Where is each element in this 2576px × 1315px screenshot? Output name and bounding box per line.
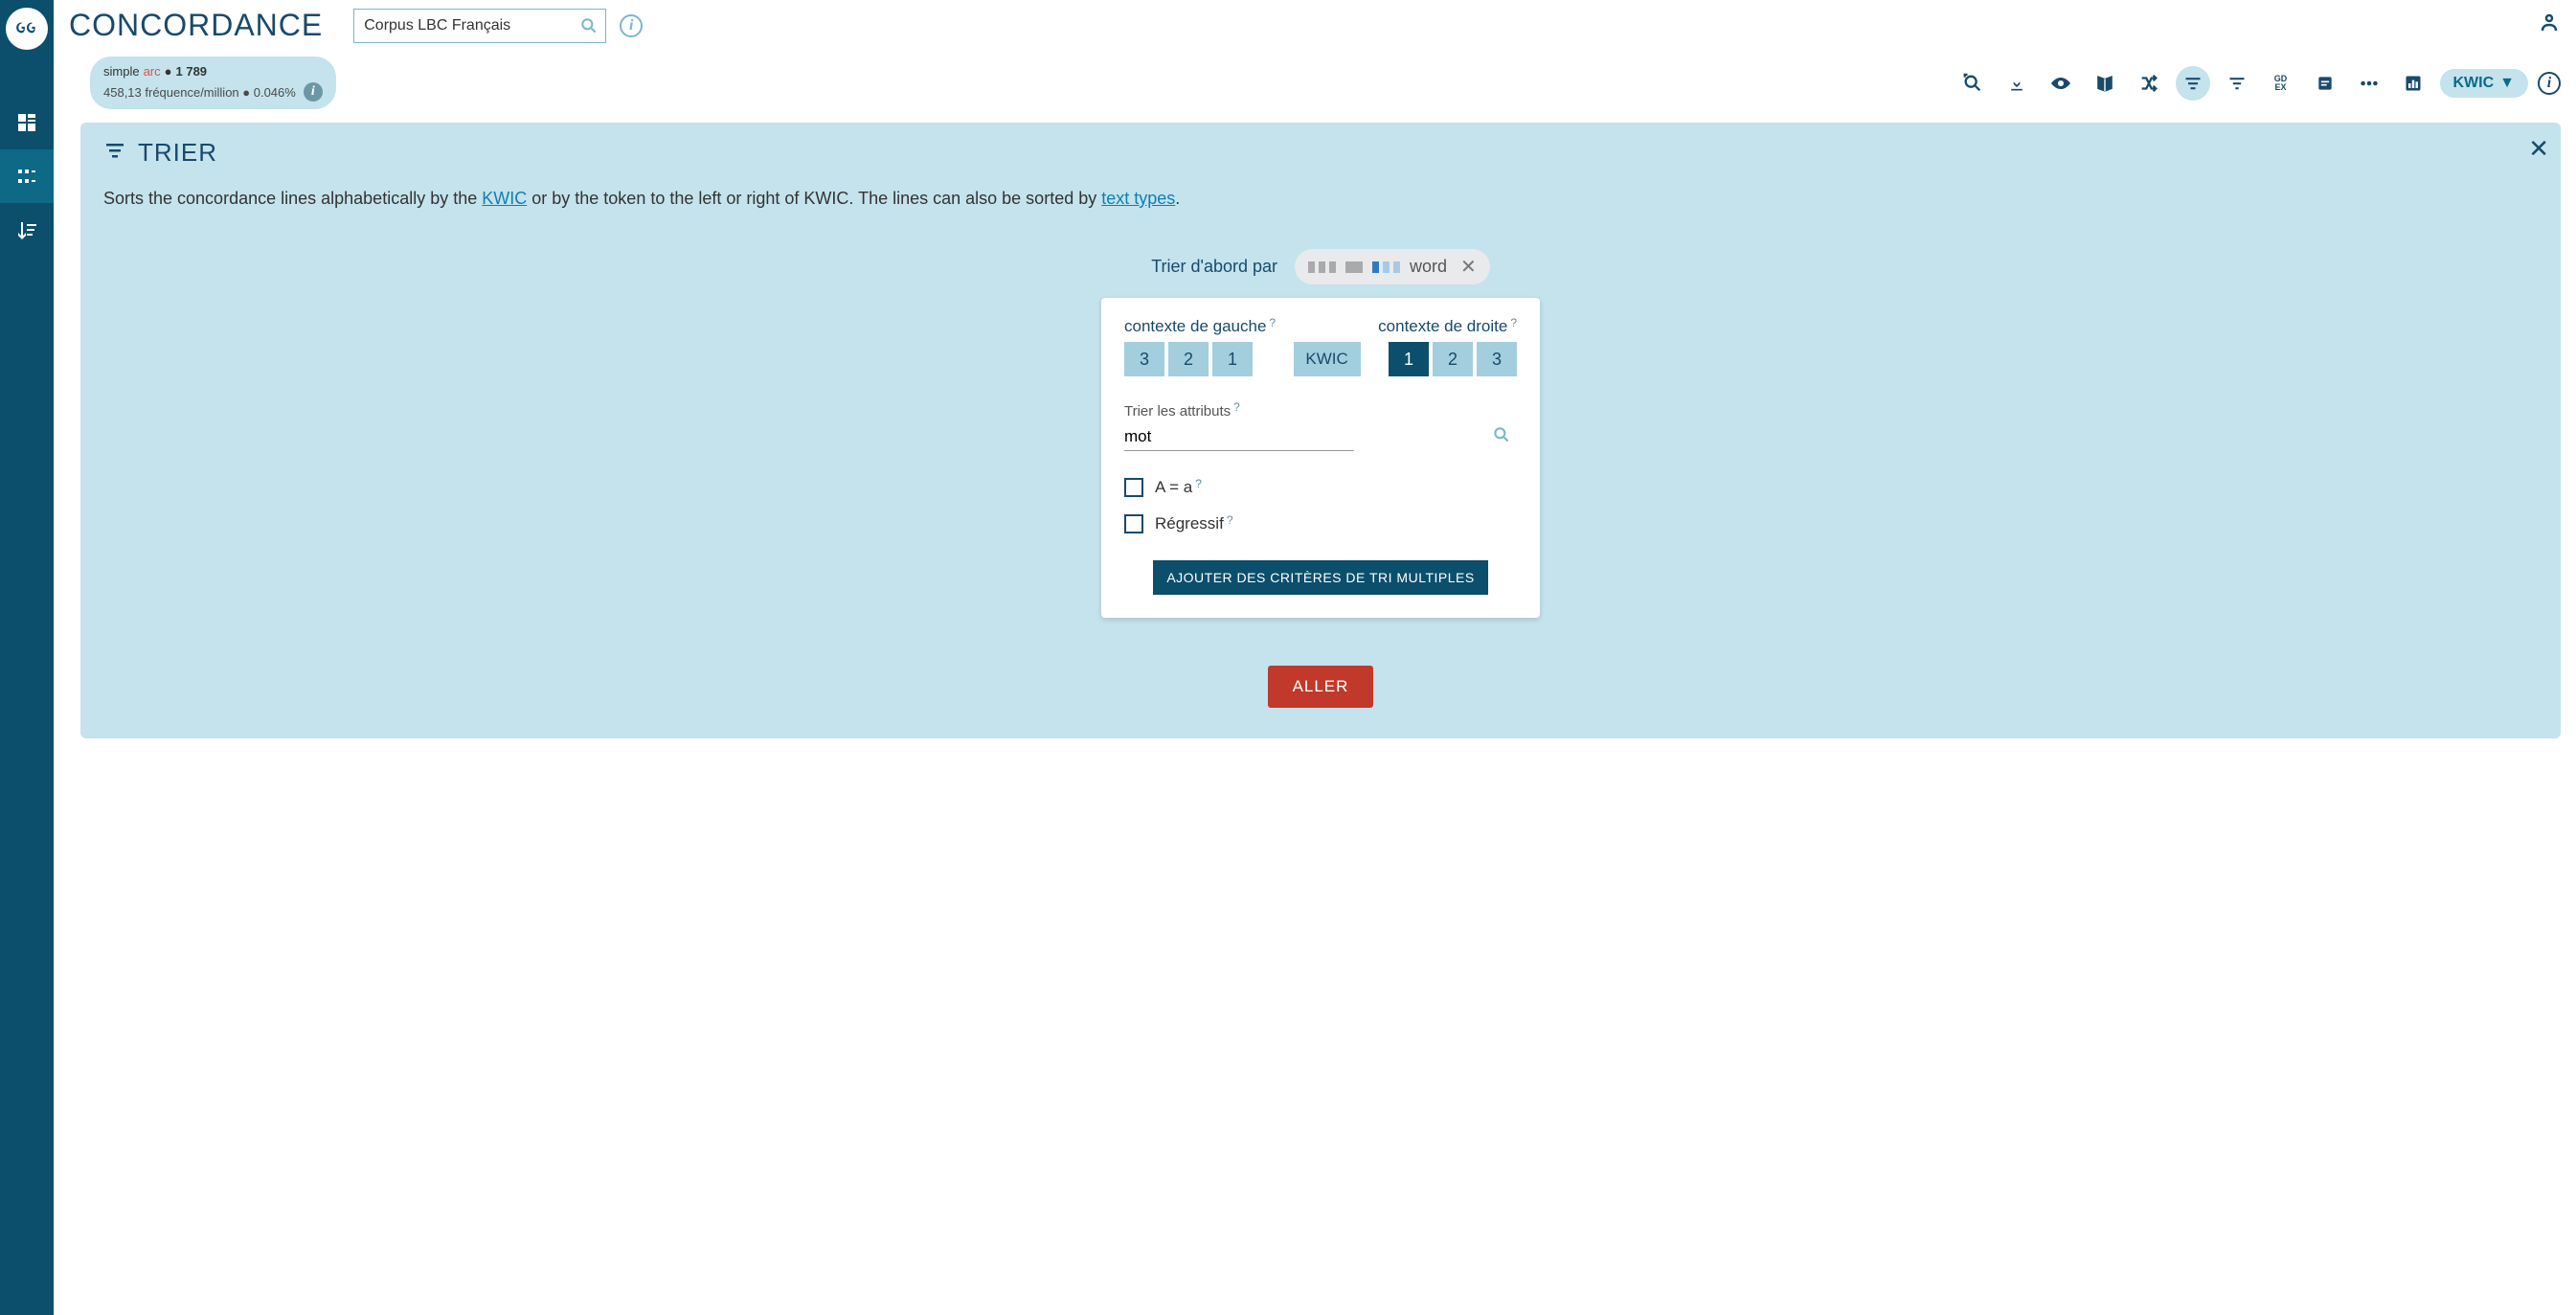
concordance-nav[interactable] — [0, 149, 54, 203]
query-pill: simple arc ● 1 789 458,13 fréquence/mill… — [90, 57, 336, 109]
search-again-icon[interactable] — [1955, 66, 1990, 101]
case-label: A = a? — [1155, 478, 1202, 497]
search-icon[interactable] — [579, 16, 599, 40]
go-button[interactable]: ALLER — [1268, 666, 1374, 708]
chip-word: word — [1410, 257, 1447, 277]
sort-nav[interactable] — [0, 203, 54, 257]
chart-icon[interactable] — [2396, 66, 2430, 101]
add-criteria-button[interactable]: AJOUTER DES CRITÈRES DE TRI MULTIPLES — [1153, 560, 1487, 595]
page-title: CONCORDANCE — [69, 8, 323, 43]
corpus-search-input[interactable] — [353, 9, 606, 43]
panel-description: Sorts the concordance lines alphabetical… — [103, 187, 2538, 211]
case-help-icon[interactable]: ? — [1195, 477, 1202, 490]
toolbar: GDEX KWIC ▼ i — [1955, 66, 2562, 101]
sort-chip: word ✕ — [1295, 249, 1490, 284]
panel-area: TRIER ✕ Sorts the concordance lines alph… — [54, 123, 2576, 1315]
dashboard-nav[interactable] — [0, 96, 54, 149]
right-2-button[interactable]: 2 — [1433, 342, 1473, 376]
left-help-icon[interactable]: ? — [1269, 316, 1276, 329]
sort-panel: TRIER ✕ Sorts the concordance lines alph… — [80, 123, 2561, 738]
query-type: simple — [103, 64, 140, 79]
query-count: 1 789 — [176, 64, 208, 79]
more-icon[interactable] — [2352, 66, 2386, 101]
sort-first-label: Trier d'abord par — [1151, 257, 1277, 277]
regress-checkbox[interactable] — [1124, 514, 1143, 533]
eye-icon[interactable] — [2044, 66, 2078, 101]
right-3-button[interactable]: 3 — [1477, 342, 1517, 376]
sort-icon[interactable] — [2176, 66, 2210, 101]
right-context-label: contexte de droite? — [1378, 317, 1517, 336]
query-pct: 0.046% — [254, 85, 296, 100]
shuffle-icon[interactable] — [2132, 66, 2166, 101]
note-icon[interactable] — [2308, 66, 2342, 101]
query-term: arc — [144, 64, 161, 79]
attr-help-icon[interactable]: ? — [1233, 400, 1240, 414]
user-icon[interactable] — [2538, 11, 2561, 39]
corpus-search — [353, 9, 606, 43]
chip-remove-icon[interactable]: ✕ — [1460, 255, 1477, 279]
gdex-button[interactable]: GDEX — [2264, 66, 2298, 101]
toolbar-info-icon[interactable]: i — [2538, 72, 2561, 95]
download-icon[interactable] — [2000, 66, 2034, 101]
query-freq: 458,13 fréquence/million — [103, 85, 239, 100]
app-logo[interactable] — [6, 8, 48, 50]
right-1-button[interactable]: 1 — [1389, 342, 1429, 376]
attr-input[interactable] — [1124, 423, 1354, 451]
text-types-link[interactable]: text types — [1101, 189, 1175, 208]
regress-label: Régressif? — [1155, 514, 1233, 533]
kwic-button[interactable]: KWIC — [1294, 342, 1361, 376]
topbar: CONCORDANCE i — [54, 0, 2576, 51]
panel-title: TRIER — [138, 138, 217, 168]
attr-search-icon[interactable] — [1492, 425, 1511, 449]
sort-card: contexte de gauche? 3 2 1 KWIC contexte … — [1101, 298, 1540, 618]
right-help-icon[interactable]: ? — [1510, 316, 1517, 329]
query-info-icon[interactable]: i — [304, 82, 323, 102]
panel-sort-icon — [103, 139, 126, 167]
left-2-button[interactable]: 2 — [1168, 342, 1209, 376]
attr-label: Trier les attributs? — [1124, 403, 1517, 419]
left-context-label: contexte de gauche? — [1124, 317, 1276, 336]
subbar: simple arc ● 1 789 458,13 fréquence/mill… — [54, 51, 2576, 123]
kwic-link[interactable]: KWIC — [482, 189, 527, 208]
left-3-button[interactable]: 3 — [1124, 342, 1164, 376]
chevron-down-icon: ▼ — [2499, 75, 2515, 92]
regress-help-icon[interactable]: ? — [1227, 513, 1233, 527]
left-sidebar — [0, 0, 54, 1315]
left-1-button[interactable]: 1 — [1212, 342, 1253, 376]
kwic-dropdown[interactable]: KWIC ▼ — [2440, 69, 2529, 98]
main-area: CONCORDANCE i simple arc ● 1 789 — [54, 0, 2576, 1315]
corpus-info-icon[interactable]: i — [620, 14, 643, 37]
close-icon[interactable]: ✕ — [2528, 134, 2549, 164]
case-checkbox[interactable] — [1124, 478, 1143, 497]
filter-icon[interactable] — [2220, 66, 2254, 101]
book-icon[interactable] — [2088, 66, 2122, 101]
